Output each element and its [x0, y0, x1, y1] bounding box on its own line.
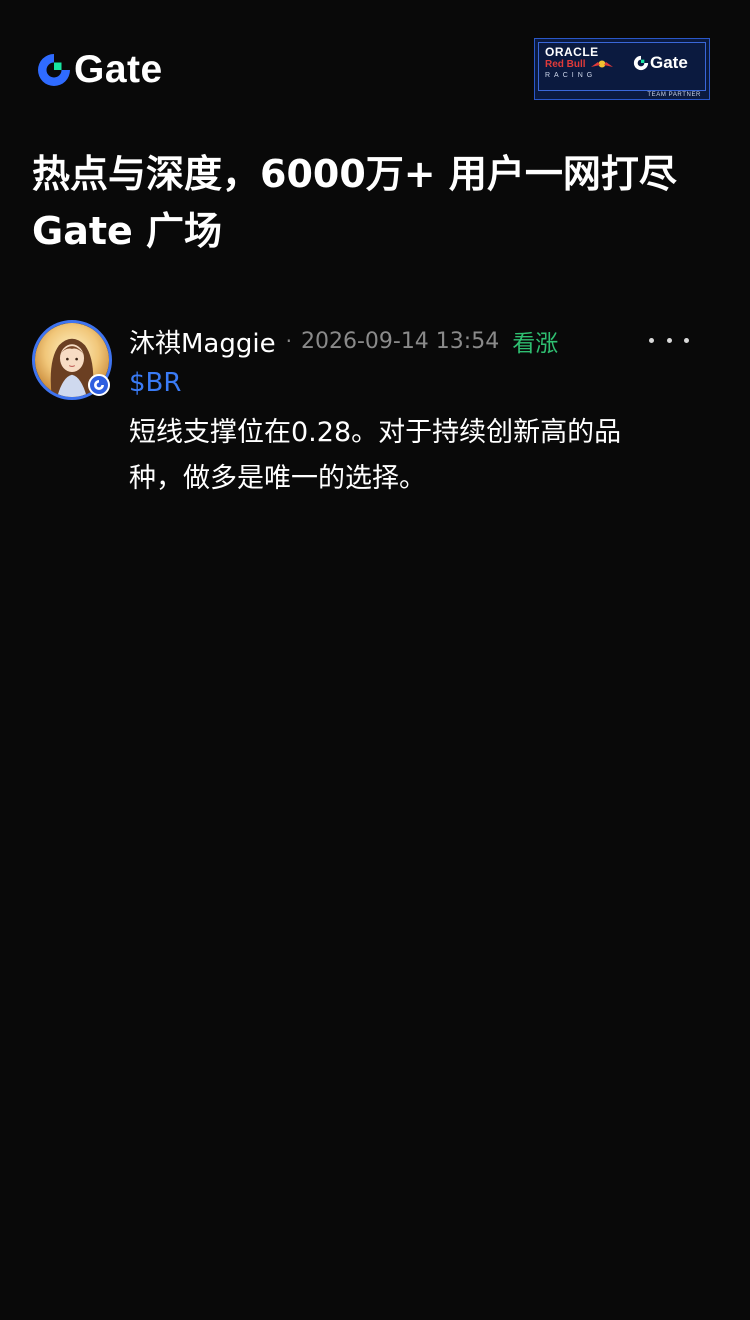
badge-gate-text: Gate	[650, 53, 688, 72]
post-timestamp: 2026-09-14 13:54	[300, 328, 500, 354]
logo-text: Gate	[74, 48, 163, 91]
gate-logo-small-icon	[633, 55, 649, 71]
verified-badge-icon	[88, 374, 110, 396]
meta-separator: ·	[285, 329, 292, 353]
post-body-line-1: 短线支撑位在0.28。对于持续创新高的品	[129, 417, 622, 448]
sentiment-tag: 看涨	[512, 331, 559, 357]
author-name[interactable]: 沐祺Maggie	[129, 323, 276, 360]
badge-team-partner-text: TEAM PARTNER	[647, 92, 701, 98]
more-options-button[interactable]	[649, 327, 689, 353]
redbull-bulls-icon	[591, 60, 613, 68]
ticker-link[interactable]: $BR	[129, 368, 181, 398]
more-dot-icon	[684, 337, 689, 343]
post-body-line-2: 种，做多是唯一的选择。	[129, 463, 426, 494]
verified-gate-glyph-icon	[94, 380, 104, 390]
page: Gate ORACLE Red Bull RACING Gate TEAM PA…	[0, 0, 750, 1320]
headline-line-2: Gate 广场	[32, 209, 223, 253]
author-avatar[interactable]	[32, 320, 112, 400]
more-dot-icon	[649, 337, 654, 343]
page-headline: 热点与深度，6000万+ 用户一网打尽 Gate 广场	[32, 146, 722, 260]
badge-oracle-text: ORACLE	[545, 45, 599, 59]
gate-logo[interactable]: Gate	[36, 50, 163, 90]
headline-line-1: 热点与深度，6000万+ 用户一网打尽	[32, 152, 677, 196]
post-body: 短线支撑位在0.28。对于持续创新高的品 种，做多是唯一的选择。	[129, 410, 689, 502]
badge-racing-text: RACING	[545, 72, 597, 79]
partner-badge: ORACLE Red Bull RACING Gate TEAM PARTNER	[534, 38, 710, 100]
more-dot-icon	[666, 337, 672, 343]
gate-logo-icon	[38, 54, 70, 86]
post-meta: 沐祺Maggie · 2026-09-14 13:54 看涨	[129, 322, 558, 360]
badge-redbull-text: Red Bull	[545, 59, 586, 70]
badge-gate-logo: Gate	[633, 53, 688, 73]
